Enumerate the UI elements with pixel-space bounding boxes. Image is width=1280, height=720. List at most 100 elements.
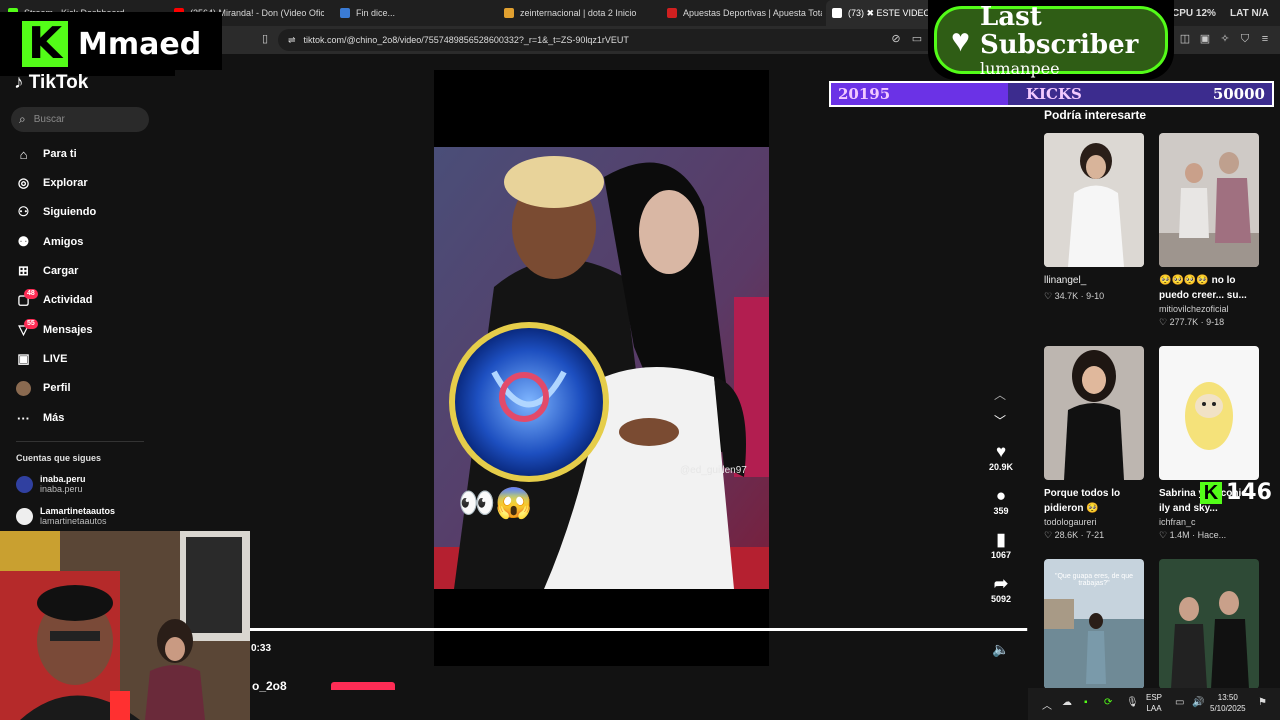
onedrive-icon[interactable]: ☁ xyxy=(1062,697,1072,708)
wallet-icon[interactable]: ▣ xyxy=(1199,33,1211,45)
site-info-icon[interactable]: ⇌ xyxy=(288,35,296,46)
viewer-count: K 146 xyxy=(1200,480,1272,505)
site-icon xyxy=(667,8,677,18)
home-icon: ⌂ xyxy=(19,146,28,162)
nav-live[interactable]: ▣ LIVE xyxy=(16,348,156,370)
nav-para-ti[interactable]: ⌂ Para ti xyxy=(16,143,156,165)
recommendation-card[interactable]: Sabrina y ... iconic ily and sky... ichf… xyxy=(1159,346,1259,541)
video-thumbnail: "Que guapa eres, de que trabajas?" xyxy=(1044,559,1144,689)
video-thumbnail xyxy=(1044,133,1144,267)
messages-badge: 55 xyxy=(24,318,38,329)
sidebar-divider xyxy=(16,441,144,442)
messages-icon: ▽ 55 xyxy=(16,318,38,338)
site-icon xyxy=(340,8,350,18)
tiktok-logo[interactable]: ♪ TikTok xyxy=(14,72,88,94)
kicks-current: 20195 xyxy=(838,85,891,103)
tiktok-note-icon: ♪ xyxy=(14,72,24,93)
sync-icon[interactable]: ⟳ xyxy=(1104,697,1112,708)
tray-expand-icon[interactable]: ︿ xyxy=(1042,697,1052,712)
avatar xyxy=(16,475,33,493)
nav-mensajes[interactable]: ▽ 55 Mensajes xyxy=(16,318,156,341)
app-tray-icon[interactable]: ▪ xyxy=(1084,697,1088,708)
cpu-stat: CPU 12% xyxy=(1172,7,1216,19)
tab-apuestas[interactable]: Apuestas Deportivas | Apuesta Total xyxy=(667,0,822,26)
compass-icon: ◎ xyxy=(17,175,30,190)
menu-icon[interactable]: ≡ xyxy=(1259,33,1271,45)
video-scene xyxy=(434,147,769,589)
recommendation-card[interactable]: "Que guapa eres, de que trabajas?" xyxy=(1044,559,1144,689)
nav-actividad[interactable]: ▢ 48 Actividad xyxy=(16,288,156,311)
recommendation-card[interactable]: 🥺🥺🥺🥺 no lo puedo creer... su... mitiovil… xyxy=(1159,133,1259,328)
nav-amigos[interactable]: ⚉ Amigos xyxy=(16,231,156,253)
nav-siguiendo[interactable]: ⚇ Siguiendo xyxy=(16,201,156,223)
url-bar[interactable]: ⇌ tiktok.com/@chino_2o8/video/7557489856… xyxy=(278,29,938,51)
nav-mas[interactable]: ··· Más xyxy=(16,407,156,429)
network-icon[interactable]: ▭ xyxy=(1175,697,1184,708)
lat-stat: LAT N/A xyxy=(1230,7,1269,19)
video-emojis: 👀😱 xyxy=(458,487,533,520)
video-thumbnail xyxy=(1159,346,1259,480)
nav-perfil[interactable]: Perfil xyxy=(16,377,156,399)
following-account[interactable]: Lamartinetaautos lamartinetaautos xyxy=(16,506,115,526)
more-icon: ··· xyxy=(17,410,30,426)
card-meta: ♡ 1.4M · Hace... xyxy=(1159,530,1227,540)
like-button[interactable]: ♥ 20.9K xyxy=(985,442,1017,472)
tiktok-icon xyxy=(832,8,842,18)
system-clock[interactable]: 13:50 5/10/2025 xyxy=(1210,692,1246,714)
card-meta: ♡ 277.7K · 9-18 xyxy=(1159,317,1225,327)
eye-off-icon[interactable]: ⊘ xyxy=(890,33,902,45)
friends-icon: ⚉ xyxy=(17,234,30,249)
card-meta: ♡ 28.6K · 7-21 xyxy=(1044,530,1105,540)
activity-icon: ▢ 48 xyxy=(16,288,38,308)
kicks-goal-bar: 20195 KICKS 50000 xyxy=(829,81,1274,107)
nav-explorar[interactable]: ◎ Explorar xyxy=(16,172,156,194)
following-account[interactable]: inaba.peru inaba.peru xyxy=(16,474,86,494)
sidebar-icon[interactable]: ◫ xyxy=(1179,33,1191,45)
previous-video-icon[interactable]: ︿ xyxy=(994,386,1006,403)
share-icon: ➦ xyxy=(993,574,1009,593)
video-watermark: @ed_guillen97 xyxy=(680,465,747,476)
avatar xyxy=(16,507,33,525)
kick-logo-icon: K xyxy=(22,21,68,67)
notification-icon[interactable]: ⚑ xyxy=(1258,697,1267,708)
webcam-scene xyxy=(0,531,250,720)
recommendation-card[interactable] xyxy=(1159,559,1259,689)
video-thumbnail xyxy=(1159,133,1259,267)
kicks-label: KICKS xyxy=(1026,85,1082,103)
video-progress-fill xyxy=(250,628,1027,631)
search-input[interactable]: ⌕ Buscar xyxy=(11,107,149,132)
volume-icon[interactable]: 🔊 xyxy=(1192,697,1204,708)
activity-badge: 48 xyxy=(24,288,38,299)
kicks-goal: 50000 xyxy=(1212,85,1265,103)
save-button[interactable]: ▮ 1067 xyxy=(985,530,1017,560)
tab-fin-dice[interactable]: Fin dice... xyxy=(340,0,495,26)
video-progress-bar[interactable] xyxy=(250,628,1028,631)
heart-icon: ♥ xyxy=(951,21,970,58)
video-time: 0:33 xyxy=(251,643,272,654)
language-indicator[interactable]: ESP LAA xyxy=(1146,692,1162,714)
volume-icon[interactable]: 🔈 xyxy=(992,641,1009,658)
microphone-icon[interactable]: 🎙 xyxy=(1126,697,1139,708)
profile-avatar xyxy=(16,380,31,396)
video-author[interactable]: o_2o8 xyxy=(252,679,287,693)
bookmark-icon: ▮ xyxy=(996,530,1006,549)
shield-icon[interactable]: ⛉ xyxy=(1239,33,1251,45)
next-video-icon[interactable]: ﹀ xyxy=(994,412,1006,429)
comment-button[interactable]: ● 359 xyxy=(985,486,1017,516)
follow-button[interactable] xyxy=(331,682,395,690)
comment-icon: ● xyxy=(995,486,1007,505)
kick-streamer-logo: K Mmaed xyxy=(0,12,222,76)
nav-cargar[interactable]: ⊞ Cargar xyxy=(16,260,156,282)
video-content[interactable] xyxy=(434,147,769,589)
bookmark-icon[interactable]: ▯ xyxy=(259,33,271,45)
ai-icon[interactable]: ✧ xyxy=(1219,33,1231,45)
tab-tiktok-active[interactable]: (73) ✖ ESTE VIDEO NO ES xyxy=(826,0,938,26)
recommendation-card[interactable]: Porque todos lo pidieron 🥺 todologaureri… xyxy=(1044,346,1144,541)
live-icon: ▣ xyxy=(17,351,30,366)
share-button[interactable]: ➦ 5092 xyxy=(985,574,1017,604)
tab-dota[interactable]: zeinternacional | dota 2 Inicio xyxy=(504,0,659,26)
streamer-name: Mmaed xyxy=(78,26,202,62)
cast-icon[interactable]: ▭ xyxy=(911,33,923,45)
kick-logo-icon: K xyxy=(1200,481,1222,504)
recommendation-card[interactable]: llinangel_ ♡ 34.7K · 9-10 xyxy=(1044,133,1144,302)
